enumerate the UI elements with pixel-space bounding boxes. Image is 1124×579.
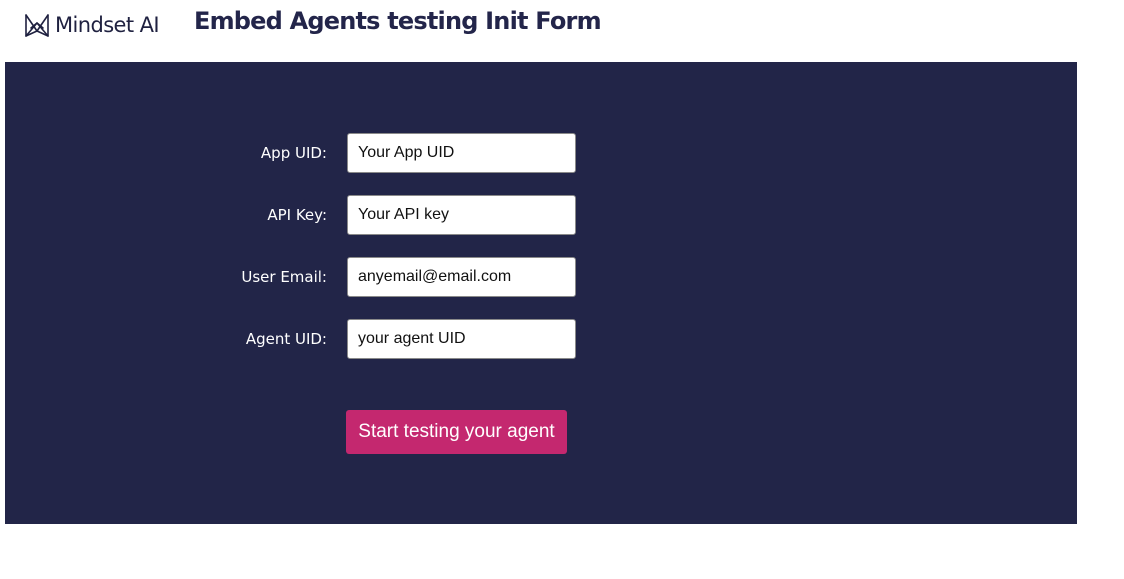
api-key-input[interactable] (347, 195, 576, 235)
brand-name: Mindset AI (55, 13, 160, 37)
agent-uid-input[interactable] (347, 319, 576, 359)
page-title: Embed Agents testing Init Form (194, 7, 602, 35)
user-email-input[interactable] (347, 257, 576, 297)
mindset-ai-logo-icon (25, 14, 49, 37)
user-email-label: User Email: (241, 268, 327, 286)
app-uid-input[interactable] (347, 133, 576, 173)
app-uid-label: App UID: (260, 144, 327, 162)
api-key-label: API Key: (267, 206, 327, 224)
agent-uid-label: Agent UID: (245, 330, 327, 348)
page-header: Mindset AI Embed Agents testing Init For… (0, 0, 1124, 61)
init-form-panel: App UID: API Key: User Email: Agent UID:… (5, 62, 1077, 524)
brand-logo[interactable]: Mindset AI (24, 11, 160, 39)
start-testing-button[interactable]: Start testing your agent (346, 410, 567, 454)
